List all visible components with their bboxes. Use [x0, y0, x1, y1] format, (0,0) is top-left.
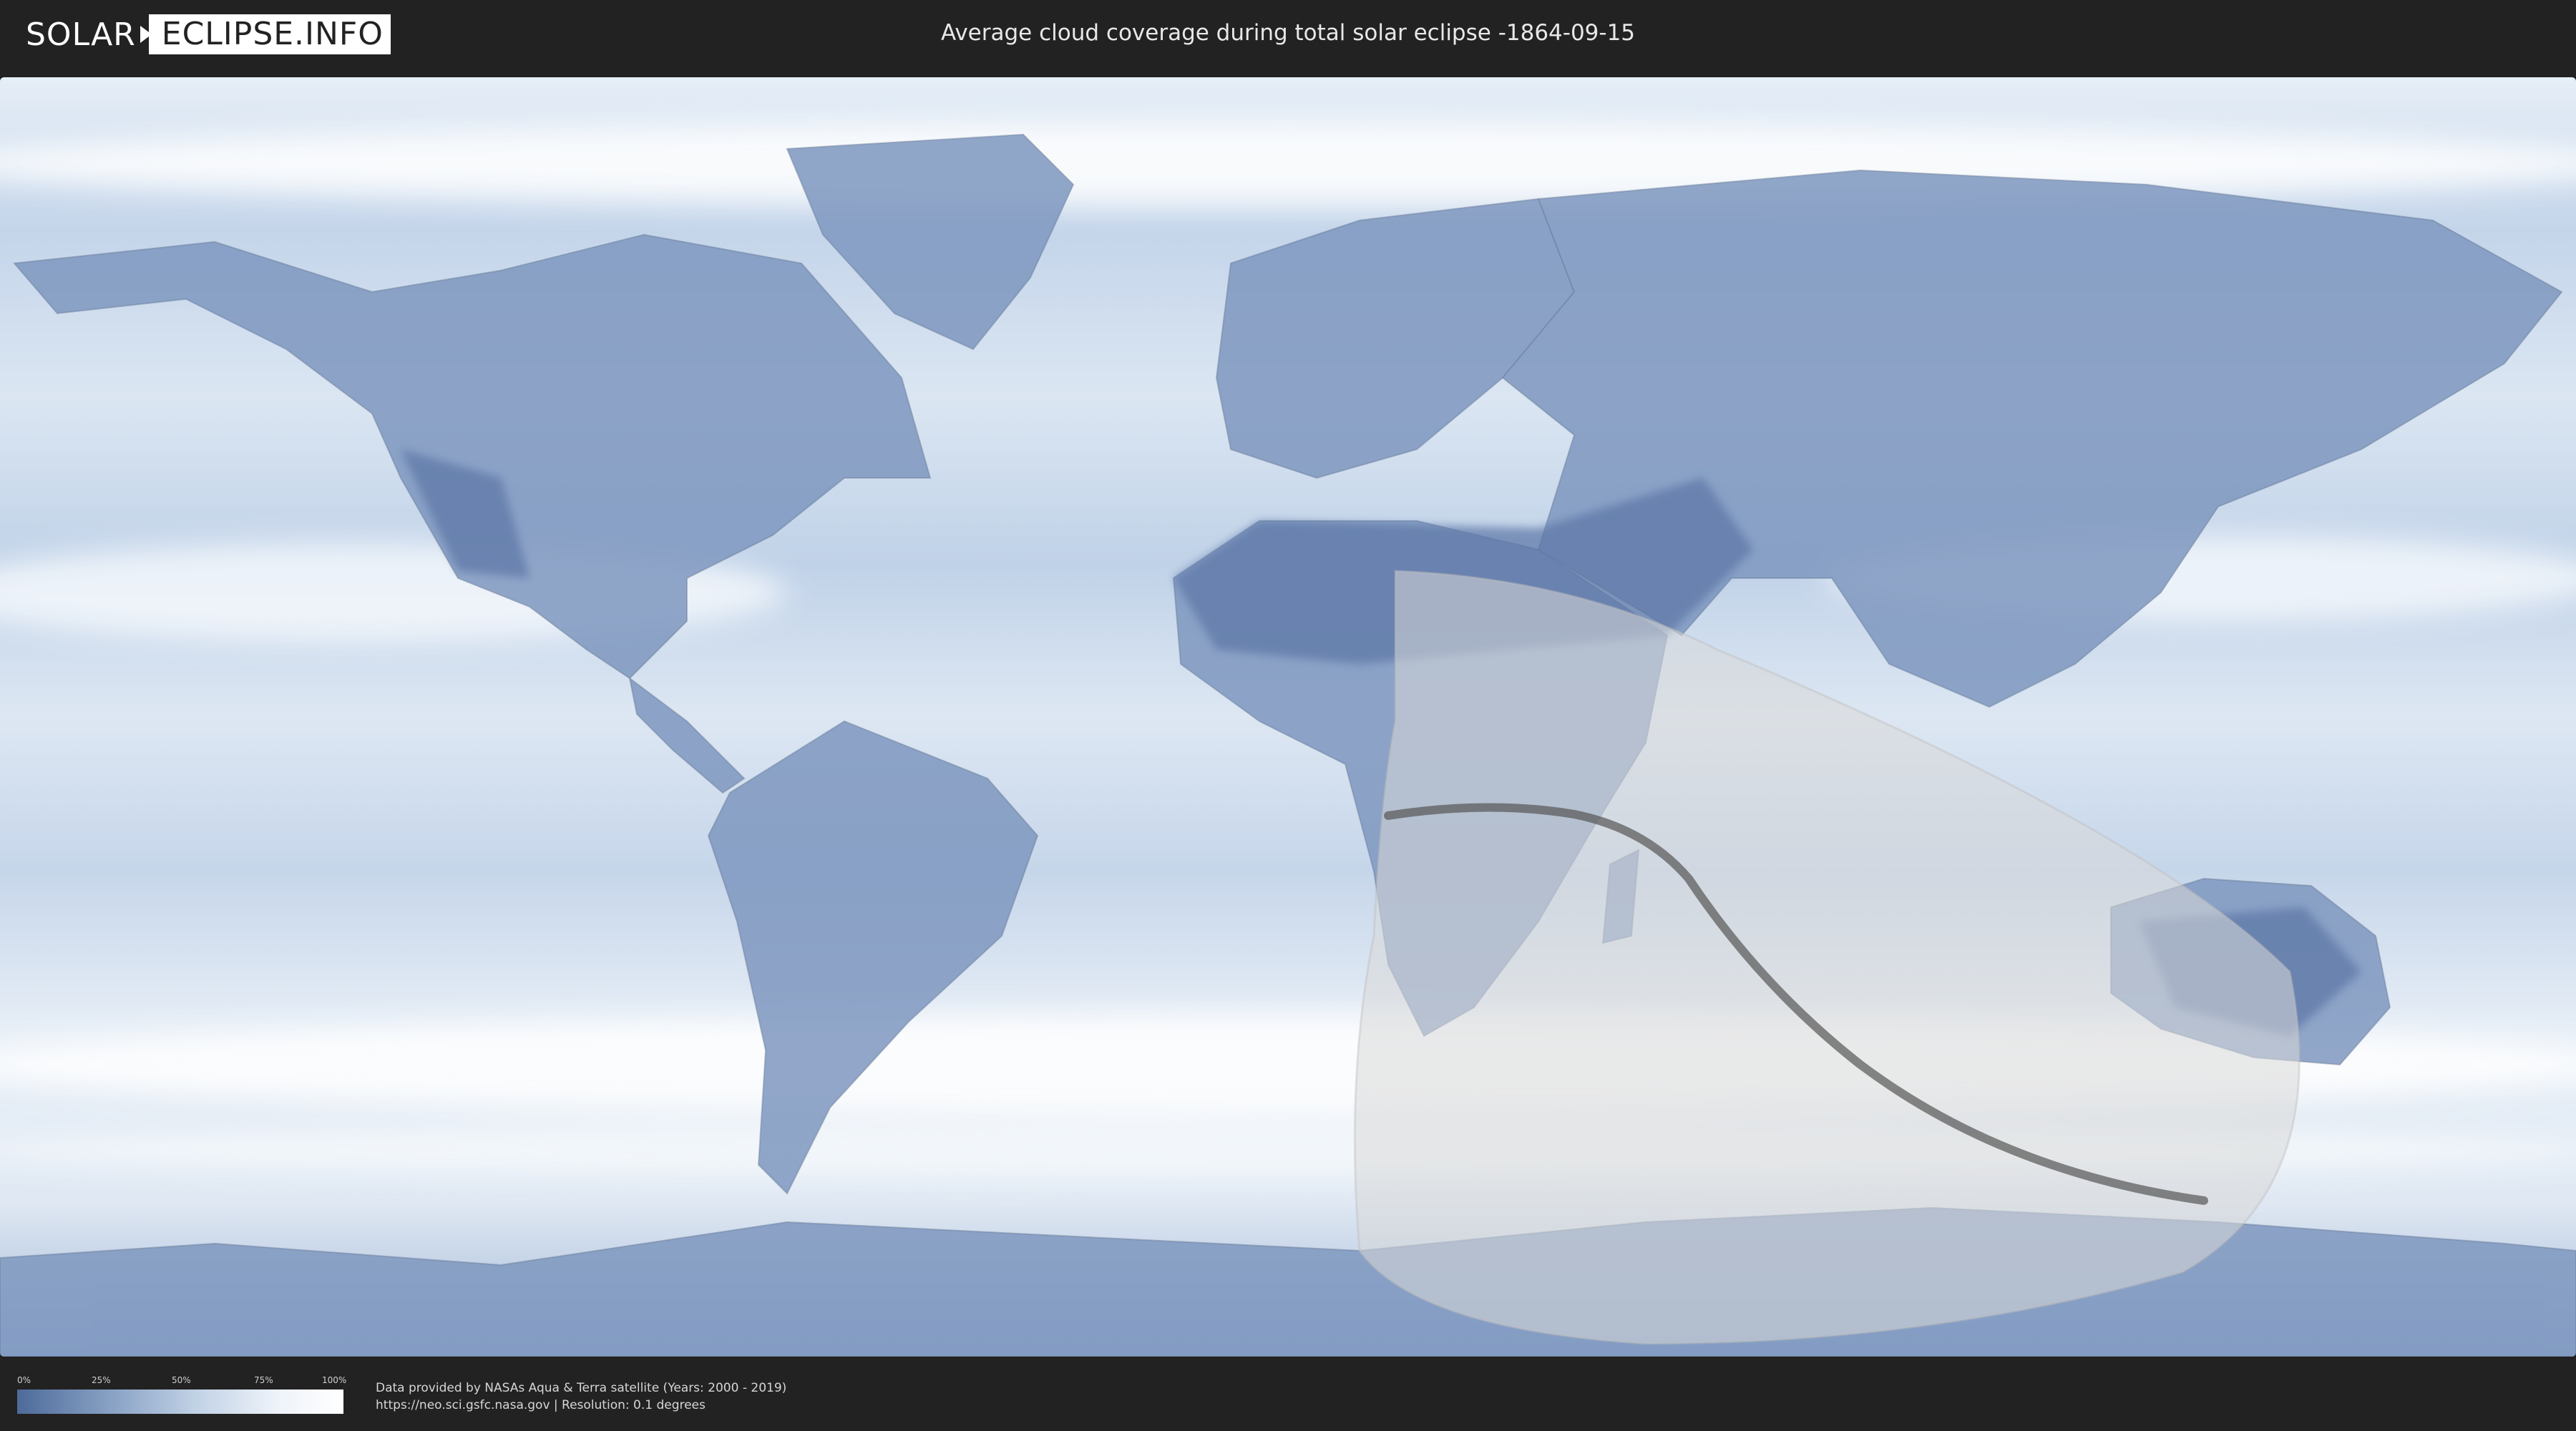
credits-line-1: Data provided by NASAs Aqua & Terra sate… [376, 1381, 787, 1395]
logo-arrow-icon [140, 26, 152, 43]
map-canvas [0, 77, 2576, 1357]
legend-tick: 75% [254, 1375, 273, 1385]
legend-tick: 25% [92, 1375, 111, 1385]
world-cloud-map[interactable] [0, 77, 2576, 1357]
data-credits: Data provided by NASAs Aqua & Terra sate… [376, 1379, 786, 1414]
cloud-coverage-legend [17, 1390, 343, 1414]
page-title: Average cloud coverage during total sola… [940, 20, 1636, 46]
legend-tick: 50% [172, 1375, 191, 1385]
legend-tick: 100% [322, 1375, 347, 1385]
header-bar: SOLAR ECLIPSE.INFO Average cloud coverag… [0, 0, 2576, 72]
credits-line-2: https://neo.sci.gsfc.nasa.gov | Resoluti… [376, 1398, 706, 1412]
legend-tick: 0% [17, 1375, 31, 1385]
